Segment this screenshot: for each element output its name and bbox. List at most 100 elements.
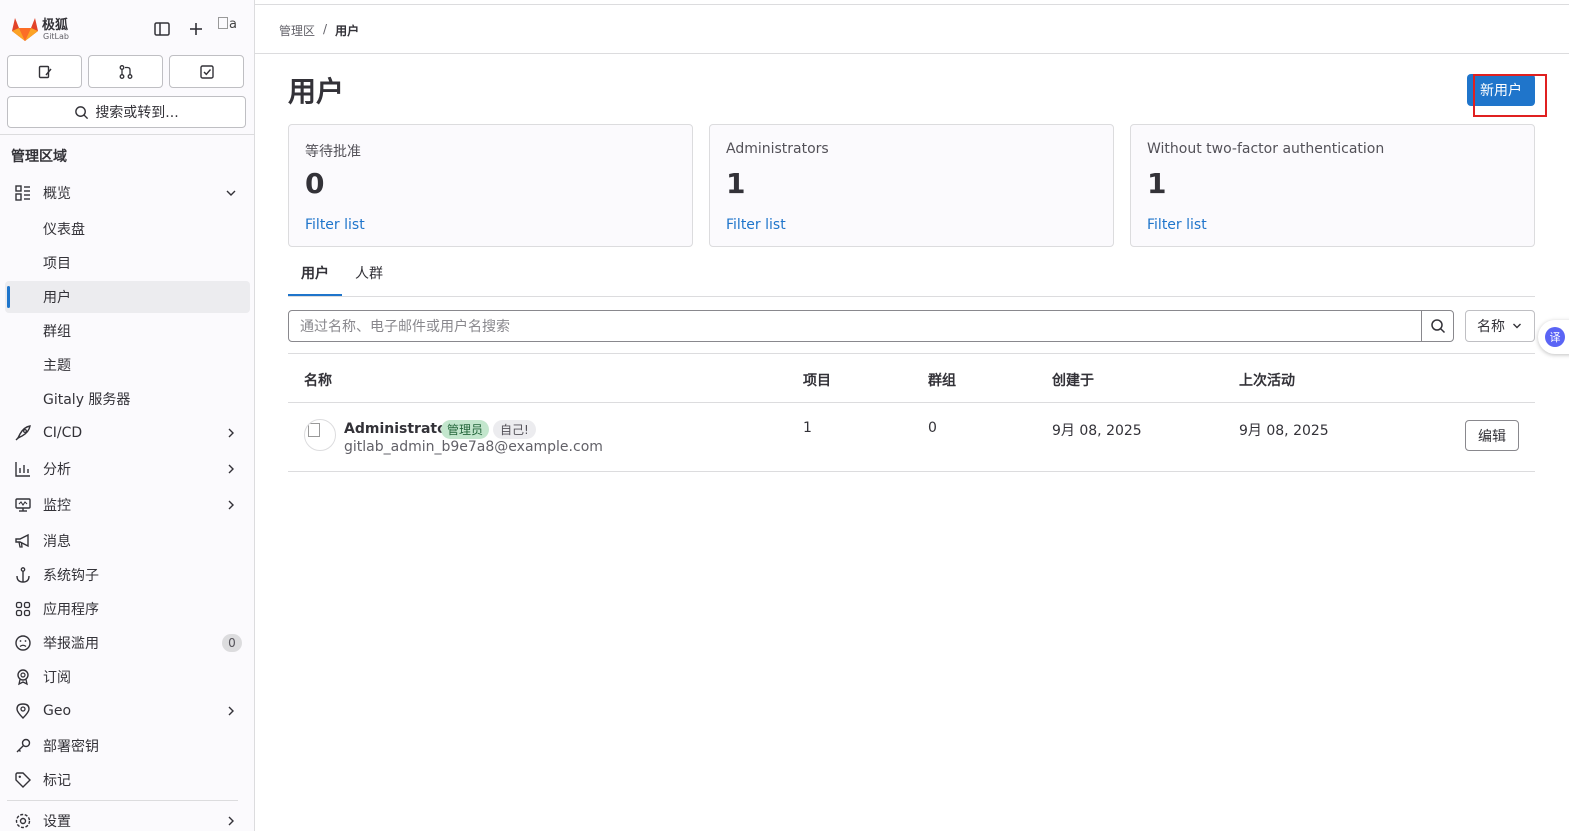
sidebar-header: 极狐 GitLab a — [0, 0, 255, 56]
sidebar-item-applications[interactable]: 应用程序 — [5, 593, 250, 625]
subscription-icon — [17, 669, 29, 686]
tab-users[interactable]: 用户 — [301, 263, 329, 297]
user-name-link[interactable]: Administrator — [344, 421, 454, 437]
translate-button[interactable]: 译 — [1538, 320, 1569, 354]
sidebar-item-topics[interactable]: 主题 — [5, 349, 250, 381]
sidebar-item-label: Gitaly 服务器 — [43, 392, 131, 408]
sidebar: 极狐 GitLab a 搜索或转到... 管理区域 概览 仪表盘 项目 用户 群… — [0, 0, 255, 831]
stat-card-without-2fa: Without two-factor authentication 1 Filt… — [1130, 124, 1535, 247]
sidebar-item-label: 部署密钥 — [43, 739, 99, 755]
anchor-icon — [16, 567, 30, 583]
breadcrumb-separator: / — [323, 22, 328, 36]
sidebar-item-projects[interactable]: 项目 — [5, 247, 250, 279]
sidebar-item-monitoring[interactable]: 监控 — [5, 489, 250, 521]
user-projects-count: 1 — [803, 420, 812, 436]
self-badge: 自己! — [493, 420, 536, 439]
merge-request-icon — [119, 64, 132, 79]
user-avatar[interactable]: a — [218, 17, 244, 37]
chevron-down-icon — [226, 190, 236, 196]
breadcrumb-current[interactable]: 用户 — [335, 22, 359, 39]
stat-card-administrators: Administrators 1 Filter list — [709, 124, 1114, 247]
gitlab-logo-icon[interactable] — [11, 16, 39, 42]
sidebar-item-system-hooks[interactable]: 系统钩子 — [5, 559, 250, 591]
new-user-button[interactable]: 新用户 — [1467, 74, 1535, 106]
header-divider — [255, 53, 1569, 54]
sidebar-item-dashboard[interactable]: 仪表盘 — [5, 213, 250, 245]
stat-card-pending-approval: 等待批准 0 Filter list — [288, 124, 693, 247]
filter-list-link[interactable]: Filter list — [1147, 217, 1207, 233]
sidebar-item-cicd[interactable]: CI/CD — [5, 417, 250, 449]
sidebar-item-overview[interactable]: 概览 — [5, 177, 250, 209]
user-created-date: 9月 08, 2025 — [1052, 423, 1142, 439]
sidebar-item-label: 概览 — [43, 186, 71, 202]
sidebar-item-label: 仪表盘 — [43, 222, 85, 238]
tab-cohorts[interactable]: 人群 — [355, 263, 383, 297]
stat-card-title: 等待批准 — [305, 144, 361, 160]
sidebar-item-label: 应用程序 — [43, 602, 99, 618]
stat-card-title: Without two-factor authentication — [1147, 141, 1385, 157]
sidebar-item-deploy-keys[interactable]: 部署密钥 — [5, 730, 250, 762]
sidebar-item-gitaly[interactable]: Gitaly 服务器 — [5, 383, 250, 415]
sidebar-item-label: 群组 — [43, 324, 71, 340]
sidebar-item-label: 主题 — [43, 358, 71, 374]
search-icon — [75, 105, 89, 119]
page-title: 用户 — [288, 75, 345, 108]
user-avatar[interactable] — [304, 419, 336, 451]
stat-card-value: 0 — [305, 167, 325, 200]
location-icon — [16, 703, 30, 719]
sidebar-item-abuse-reports[interactable]: 举报滥用 0 — [5, 627, 250, 659]
admin-badge: 管理员 — [441, 420, 490, 439]
sidebar-item-label: 分析 — [43, 462, 71, 478]
merge-requests-button[interactable] — [88, 55, 163, 88]
user-last-activity: 9月 08, 2025 — [1239, 423, 1329, 439]
chevron-right-icon — [228, 816, 234, 826]
label-icon — [15, 772, 31, 788]
breadcrumb-admin-link[interactable]: 管理区 — [279, 22, 315, 39]
column-header-name: 名称 — [304, 373, 332, 389]
sidebar-item-subscription[interactable]: 订阅 — [5, 661, 250, 693]
settings-icon — [15, 813, 31, 829]
sort-dropdown[interactable]: 名称 — [1465, 310, 1535, 342]
sidebar-item-geo[interactable]: Geo — [5, 695, 250, 727]
filter-list-link[interactable]: Filter list — [726, 217, 786, 233]
todos-button[interactable] — [169, 55, 244, 88]
chart-icon — [15, 462, 30, 477]
sidebar-item-label: 举报滥用 — [43, 636, 99, 652]
sidebar-item-users[interactable]: 用户 — [5, 281, 250, 313]
sidebar-item-settings[interactable]: 设置 — [5, 805, 250, 831]
sidebar-item-label: 消息 — [43, 534, 71, 550]
issues-button[interactable] — [7, 55, 82, 88]
chevron-right-icon — [228, 706, 234, 716]
stat-card-value: 1 — [726, 167, 746, 200]
todo-icon — [199, 64, 214, 79]
brand-name: 极狐 — [42, 18, 69, 33]
column-header-last-activity: 上次活动 — [1239, 373, 1295, 389]
sidebar-item-label: 设置 — [43, 814, 71, 830]
filter-list-link[interactable]: Filter list — [305, 217, 365, 233]
abuse-icon — [15, 635, 31, 651]
sidebar-item-groups[interactable]: 群组 — [5, 315, 250, 347]
translate-icon: 译 — [1545, 327, 1565, 347]
edit-user-button[interactable]: 编辑 — [1465, 420, 1519, 451]
key-icon — [16, 738, 31, 753]
user-groups-count: 0 — [928, 420, 937, 436]
brand-sub: GitLab — [43, 32, 69, 41]
sidebar-item-analytics[interactable]: 分析 — [5, 453, 250, 485]
toggle-sidebar-icon[interactable] — [153, 20, 171, 38]
user-search-input[interactable]: 通过名称、电子邮件或用户名搜索 — [288, 310, 1422, 342]
overview-icon — [15, 185, 30, 201]
chevron-down-icon — [1513, 323, 1521, 329]
sidebar-divider — [0, 134, 254, 135]
plus-icon[interactable] — [187, 20, 205, 38]
column-header-created: 创建于 — [1052, 373, 1094, 389]
sort-dropdown-label: 名称 — [1477, 319, 1505, 335]
sidebar-item-labels[interactable]: 标记 — [5, 764, 250, 796]
applications-icon — [15, 601, 31, 617]
search-button[interactable]: 搜索或转到... — [7, 96, 246, 128]
sidebar-item-messages[interactable]: 消息 — [5, 525, 250, 557]
sidebar-item-label: Geo — [43, 703, 72, 719]
abuse-count-badge: 0 — [222, 634, 242, 652]
column-header-groups: 群组 — [928, 373, 956, 389]
issues-icon — [38, 65, 52, 78]
user-search-button[interactable] — [1421, 310, 1454, 342]
